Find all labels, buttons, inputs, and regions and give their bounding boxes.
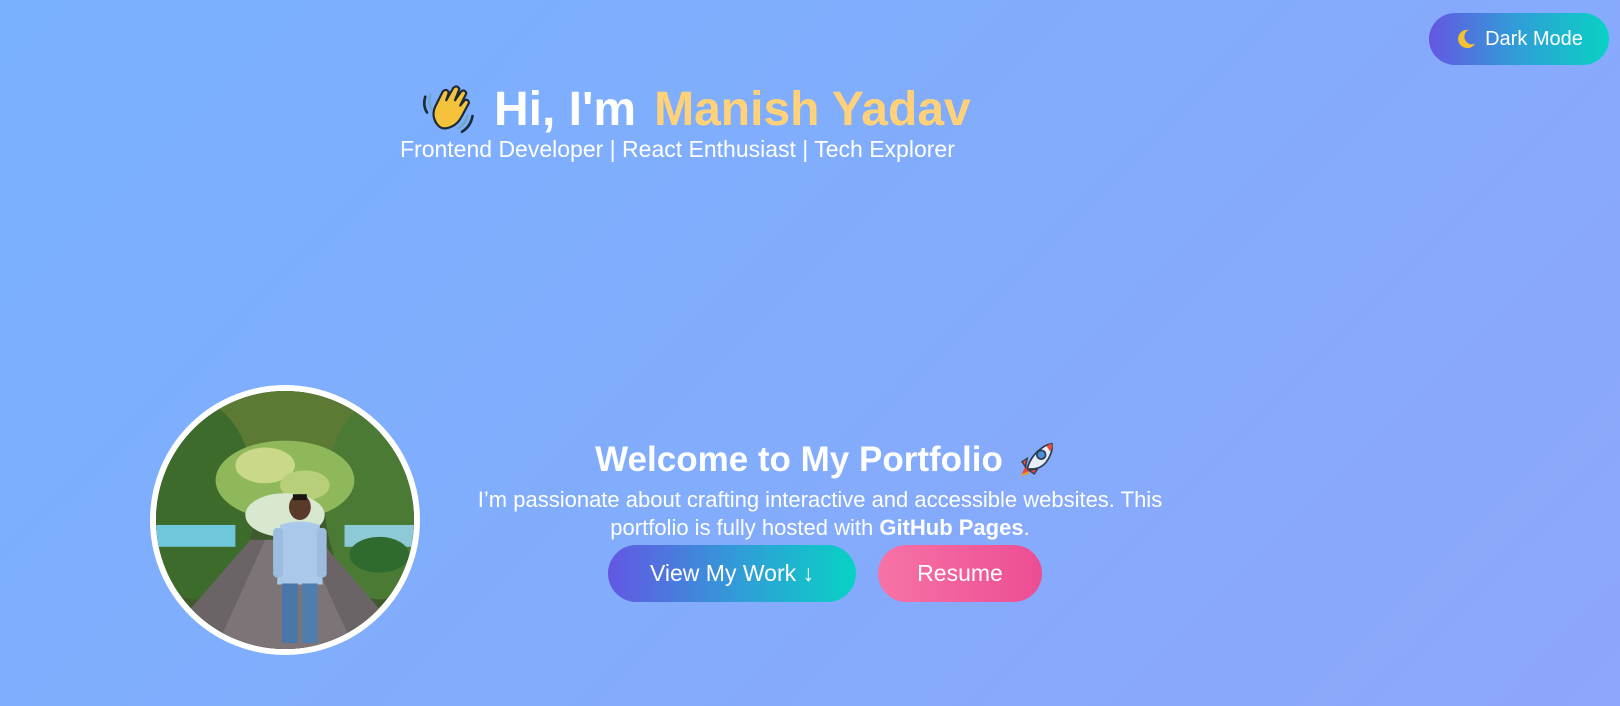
welcome-title: Welcome to My Portfolio	[452, 436, 1200, 484]
avatar	[150, 385, 420, 655]
welcome-description: I’m passionate about crafting interactiv…	[440, 486, 1200, 542]
waving-hand-icon	[420, 81, 476, 137]
greeting-text: Hi, I'm	[494, 82, 637, 136]
welcome-text-before: I’m passionate about crafting interactiv…	[477, 487, 1163, 540]
hero-title: Hi, I'm Manish Yadav	[420, 78, 971, 140]
dark-mode-toggle[interactable]: Dark Mode	[1429, 13, 1609, 65]
github-pages-text: GitHub Pages	[879, 515, 1024, 540]
hero-subtitle: Frontend Developer | React Enthusiast | …	[400, 136, 955, 162]
dark-mode-label: Dark Mode	[1485, 27, 1583, 50]
crescent-moon-icon	[1455, 28, 1477, 50]
rocket-icon	[1015, 439, 1057, 481]
hero-name: Manish Yadav	[654, 82, 971, 136]
view-my-work-button[interactable]: View My Work ↓	[608, 545, 856, 602]
welcome-title-text: Welcome to My Portfolio	[595, 440, 1003, 479]
resume-button[interactable]: Resume	[878, 545, 1042, 602]
welcome-text-after: .	[1023, 515, 1030, 540]
cta-buttons: View My Work ↓ Resume	[608, 545, 1042, 602]
welcome-section: Welcome to My Portfolio I’m passionate a…	[440, 436, 1200, 542]
